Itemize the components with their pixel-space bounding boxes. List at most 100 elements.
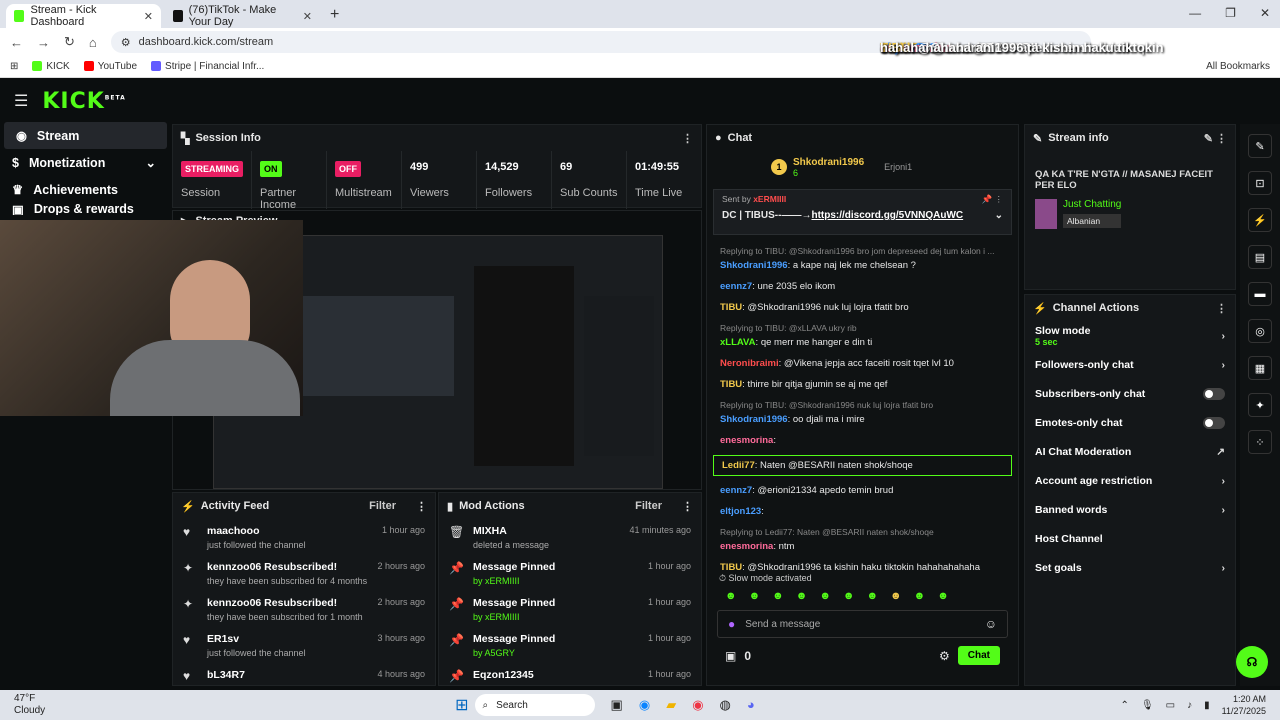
filter-button[interactable]: Filter [635,500,662,512]
emote-icon[interactable]: ☻ [725,590,737,602]
emote-icon[interactable]: ☻ [890,590,902,602]
toggle-switch[interactable] [1203,387,1225,400]
maximize-icon[interactable]: ❐ [1225,6,1236,20]
bookmark-youtube[interactable]: YouTube [83,61,137,72]
channel-action-subscribers-only-chat[interactable]: Subscribers-only chat [1025,379,1235,408]
chat-message[interactable]: Shkodrani1996: a kape naj lek me chelsea… [707,259,1018,272]
channel-action-host-channel[interactable]: Host Channel [1025,524,1235,553]
more-icon[interactable]: ⋮ [1216,302,1227,315]
chat-username[interactable]: Shkodrani1996 [720,260,788,271]
sidebar-item-monetization[interactable]: $ Monetization ⌄ [0,149,170,176]
emote-icon[interactable]: ☻ [819,590,831,602]
chevron-up-icon[interactable]: ⌃ [1121,700,1129,711]
dots-icon[interactable]: ⁘ [1248,430,1272,454]
chat-username[interactable]: TIBU [720,379,742,390]
chat-username[interactable]: Ledii77 [722,460,755,471]
network-icon[interactable]: ▭ [1166,700,1175,711]
emoji-icon[interactable]: ☺ [985,617,997,631]
chat-bubble-icon[interactable]: ▬ [1248,282,1272,306]
home-icon[interactable]: ⌂ [89,35,97,50]
tab-tiktok[interactable]: (76)TikTok - Make Your Day ✕ [165,4,320,28]
emote-icon[interactable]: ☻ [749,590,761,602]
chat-username[interactable]: Neronibraimi [720,358,779,369]
chat-send-button[interactable]: Chat [957,646,1000,665]
all-bookmarks[interactable]: All Bookmarks [1206,61,1270,72]
chat-message[interactable]: TIBU: @Shkodrani1996 ta kishin haku tikt… [707,561,1018,571]
pinned-message[interactable]: Sent by xERMIIII 📌 ⋮ DC | TIBUS--——→https… [713,189,1012,235]
tab-kick-dashboard[interactable]: Stream - Kick Dashboard ✕ [6,4,161,28]
task-view-icon[interactable]: ▣ [611,697,623,713]
chat-message[interactable]: eennz7: une 2035 elo ikom [707,280,1018,293]
channel-action-banned-words[interactable]: Banned words › [1025,495,1235,524]
chat-message[interactable]: eltjon123: [707,505,1018,518]
chat-username[interactable]: enesmorina [720,435,773,446]
chat-username[interactable]: TIBU [720,562,742,571]
activity-item[interactable]: ♥ maachooo just followed the channel 1 hour… [173,519,435,555]
edge-icon[interactable]: ◉ [639,697,650,713]
mic-icon[interactable]: 🎙 [1141,700,1154,711]
emote-icon[interactable]: ☻ [866,590,878,602]
activity-item[interactable]: ✦ kennzoo06 Resubscribed! they have been s… [173,591,435,627]
support-button[interactable]: ☊ [1236,646,1268,678]
gift-icon[interactable]: ▣ [725,649,736,663]
channel-action-ai-chat-moderation[interactable]: AI Chat Moderation ↗ [1025,437,1235,466]
channel-action-set-goals[interactable]: Set goals › [1025,553,1235,582]
chat-message[interactable]: TIBU: @Shkodrani1996 nuk luj lojra tfati… [707,301,1018,314]
chat-username[interactable]: xLLAVA [720,337,756,348]
clock[interactable]: 1:20 AM 11/27/2025 [1222,693,1266,717]
chat-message[interactable]: TIBU: thirre bir qitja gjumin se aj me q… [707,378,1018,391]
channel-action-account-age-restriction[interactable]: Account age restriction › [1025,466,1235,495]
close-tab-icon[interactable]: ✕ [303,10,312,23]
bookmark-kick[interactable]: KICK [32,61,70,72]
emote-icon[interactable]: ☻ [914,590,926,602]
mod-action-item[interactable]: 🗑 MIXHA deleted a message 41 minutes ago [439,519,701,555]
id-card-icon[interactable]: ▦ [1248,356,1272,380]
chat-input[interactable]: ● Send a message ☺ [717,610,1008,638]
more-icon[interactable]: ⋮ [682,500,693,513]
broadcast-icon[interactable]: ◎ [1248,319,1272,343]
menu-icon[interactable]: ☰ [14,91,28,111]
new-tab-icon[interactable]: + [330,6,339,24]
sidebar-item-drops[interactable]: ▣ Drops & rewards [0,203,170,215]
close-tab-icon[interactable]: ✕ [144,10,153,23]
chat-username[interactable]: eennz7 [720,485,752,496]
more-icon[interactable]: ⋮ [416,500,427,513]
windows-start-icon[interactable]: ⊞ [455,695,468,715]
close-window-icon[interactable]: ✕ [1260,6,1270,20]
bookmark-stripe[interactable]: Stripe | Financial Infr... [151,61,264,72]
chat-username[interactable]: TIBU [720,302,742,313]
channel-action-slow-mode[interactable]: Slow mode 5 sec › [1025,321,1235,350]
chat-username[interactable]: eltjon123 [720,506,761,517]
emote-icon[interactable]: ☻ [937,590,949,602]
chat-username[interactable]: eennz7 [720,281,752,292]
settings-icon[interactable]: ⚙ [939,649,950,663]
wrench-icon[interactable]: ✦ [1248,393,1272,417]
edit-icon[interactable]: ✎ [1248,134,1272,158]
kick-logo[interactable]: KICKBETA [42,89,125,114]
discord-icon[interactable]: ◕ [747,697,755,713]
obs-icon[interactable]: ◍ [720,697,731,713]
taskbar-search[interactable]: ⌕ Search [474,694,595,716]
pin-icon[interactable]: 📌 ⋮ [982,194,1003,205]
emote-icon[interactable]: ☻ [843,590,855,602]
sidebar-item-achievements[interactable]: ♛ Achievements [0,176,170,203]
channel-action-followers-only-chat[interactable]: Followers-only chat › [1025,350,1235,379]
toggle-switch[interactable] [1203,416,1225,429]
chrome-icon[interactable]: ◉ [692,697,703,713]
forward-icon[interactable]: → [37,35,50,50]
activity-item[interactable]: ✦ kennzoo06 Resubscribed! they have been s… [173,555,435,591]
chat-message[interactable]: enesmorina: [707,434,1018,447]
chat-message[interactable]: xLLAVA: qe merr me hanger e din ti [707,336,1018,349]
chat-username[interactable]: enesmorina [720,541,773,552]
back-icon[interactable]: ← [10,35,23,50]
mod-action-item[interactable]: 📌 Message Pinned by xERMIIII 1 hour ago [439,555,701,591]
edit-icon[interactable]: ✎ ⋮ [1204,132,1227,145]
more-icon[interactable]: ⋮ [682,132,693,145]
bolt-icon[interactable]: ⚡ [1248,208,1272,232]
chat-message[interactable]: Ledii77: Naten @BESARII naten shok/shoqe [713,455,1012,476]
sidebar-item-stream[interactable]: ◉ Stream [4,122,167,149]
emote-icon[interactable]: ☻ [772,590,784,602]
activity-item[interactable]: ♥ ER1sv just followed the channel 3 hours a… [173,627,435,663]
chat-username[interactable]: Shkodrani1996 [720,414,788,425]
site-info-icon[interactable]: ⚙ [121,36,131,49]
